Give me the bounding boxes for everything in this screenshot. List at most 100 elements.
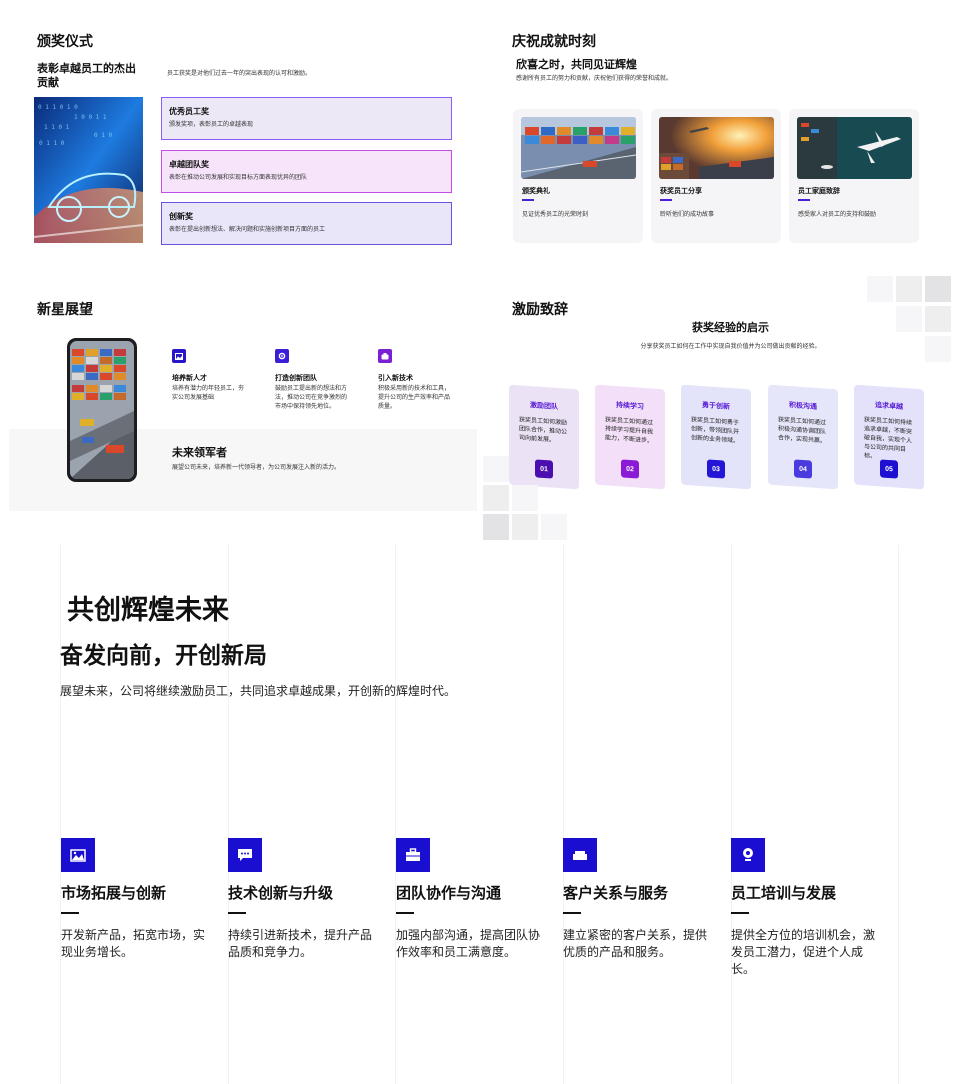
accent-bar	[522, 199, 534, 201]
inspire-title: 激励团队	[530, 402, 558, 411]
decor-square	[512, 514, 538, 540]
airplane-port-image	[797, 117, 912, 179]
inspire-card-4: 积极沟通 获奖员工如何通过积极沟通协调团队合作，实现共赢。 04	[768, 384, 838, 490]
inspire-card-2: 持续学习 获奖员工如何通过持续学习提升自我能力，不断进步。 02	[595, 384, 665, 490]
grid-line	[898, 545, 899, 1084]
award-card-innovation: 创新奖 表彰在提出创新想法、解决问题和实施创新项目方面的员工	[161, 202, 452, 245]
award-intro: 员工获奖是对他们过去一年的突出表现的认可和激励。	[167, 71, 312, 77]
accent-bar	[798, 199, 810, 201]
inspire-number-badge: 01	[535, 459, 553, 479]
accent-bar	[660, 199, 672, 201]
feature-new-tech: 引入新技术 积极采用新的技术和工具，提升公司的生产效率和产品质量。	[378, 349, 454, 412]
column-market: 市场拓展与创新 开发新产品，拓宽市场，实现业务增长。	[61, 838, 213, 961]
award-desc: 表彰在推动公司发展和实现目标方面表现优异的团队	[169, 175, 308, 181]
chip-icon	[378, 349, 392, 363]
card-desc: 感受家人对员工的支持和鼓励	[798, 212, 877, 218]
feature-title: 打造创新团队	[275, 375, 317, 382]
column-training: 员工培训与发展 提供全方位的培训机会，激发员工潜力，促进个人成长。	[731, 838, 883, 978]
inspire-heading: 获奖经验的启示	[692, 322, 769, 334]
section-title-inspire: 激励致辞	[512, 301, 568, 317]
decor-square	[483, 514, 509, 540]
tech-car-image: 0 1 1 0 1 0 1 0 0 1 1 1 1 0 1 0 1 0 0 1 1 0	[34, 97, 143, 243]
svg-text:0 1 0: 0 1 0	[94, 132, 112, 139]
inspire-card-5: 追求卓越 获奖员工如何持续追求卓越，不断突破自我，实现个人与公司的共同目标。 0…	[854, 384, 924, 490]
sunset-port-image	[659, 117, 774, 179]
card-desc: 见证优秀员工的光荣时刻	[522, 212, 589, 218]
feature-desc: 培养有潜力的年轻员工，夯实公司发展基础	[172, 386, 245, 401]
svg-text:1 1 0 1: 1 1 0 1	[44, 124, 70, 131]
briefcase-icon	[396, 838, 430, 872]
column-title: 团队协作与沟通	[396, 885, 502, 902]
decor-square	[483, 485, 509, 511]
inspire-desc: 获奖员工如何勇于创新，带领团队开创新的业务领域。	[691, 417, 740, 445]
svg-text:0 1 1 0 1 0: 0 1 1 0 1 0	[38, 104, 78, 111]
future-subtitle: 奋发向前，开创新局	[60, 642, 267, 668]
award-heading: 表彰卓越员工的杰出贡献	[37, 63, 136, 89]
gear-icon	[275, 349, 289, 363]
section-title-newstar: 新星展望	[37, 301, 93, 317]
image-icon	[61, 838, 95, 872]
leader-desc: 展望公司未来，培养新一代领导者，为公司发展注入新的活力。	[172, 465, 341, 471]
column-dash	[731, 912, 749, 914]
celebrate-intro: 感谢所有员工的努力和贡献，庆祝他们获得的荣誉和成就。	[516, 76, 673, 82]
inspire-number-badge: 02	[621, 459, 639, 479]
inspire-desc: 获奖员工如何激励团队合作，推动公司向前发展。	[519, 417, 568, 444]
celebrate-card-family: 员工家庭致辞 感受家人对员工的支持和鼓励	[789, 109, 919, 243]
award-card-excellent-employee: 优秀员工奖 颁发奖项，表彰员工的卓越表现	[161, 97, 452, 140]
card-title: 颁奖典礼	[522, 188, 550, 195]
column-customer: 客户关系与服务 建立紧密的客户关系，提供优质的产品和服务。	[563, 838, 715, 961]
inspire-title: 勇于创新	[702, 402, 730, 411]
card-desc: 聆听他们的成功故事	[660, 212, 715, 218]
future-title: 共创辉煌未来	[67, 595, 229, 625]
column-desc: 加强内部沟通，提高团队协作效率和员工满意度。	[396, 928, 541, 959]
inspire-desc: 获奖员工如何通过持续学习提升自我能力，不断进步。	[605, 417, 654, 445]
inspire-title: 积极沟通	[789, 402, 817, 411]
card-title: 员工家庭致辞	[798, 188, 840, 195]
inspire-number-badge: 05	[880, 459, 898, 479]
decor-square	[867, 276, 893, 302]
feature-innovation-team: 打造创新团队 鼓励员工提出新的想法和方法，推动公司在竞争激烈的市场中保持领先地位…	[275, 349, 351, 412]
column-title: 技术创新与升级	[228, 885, 334, 902]
column-title: 员工培训与发展	[731, 885, 837, 902]
chat-icon	[228, 838, 262, 872]
svg-text:1 0 0 1 1: 1 0 0 1 1	[74, 114, 107, 121]
inspire-card-1: 激励团队 获奖员工如何激励团队合作，推动公司向前发展。 01	[509, 384, 579, 490]
column-desc: 开发新产品，拓宽市场，实现业务增长。	[61, 928, 206, 959]
award-title: 优秀员工奖	[169, 107, 209, 116]
section-title-celebrate: 庆祝成就时刻	[512, 33, 596, 49]
decor-square	[512, 485, 538, 511]
decor-square	[896, 276, 922, 302]
column-title: 客户关系与服务	[563, 885, 669, 902]
phone-mockup	[67, 338, 137, 482]
decor-square	[541, 514, 567, 540]
column-title: 市场拓展与创新	[61, 885, 167, 902]
inspire-desc: 获奖员工如何持续追求卓越，不断突破自我，实现个人与公司的共同目标。	[864, 417, 913, 461]
award-card-team: 卓越团队奖 表彰在推动公司发展和实现目标方面表现优异的团队	[161, 150, 452, 193]
celebrate-heading: 欣喜之时，共同见证辉煌	[516, 59, 637, 71]
inspire-card-3: 勇于创新 获奖员工如何勇于创新，带领团队开创新的业务领域。 03	[681, 384, 751, 490]
column-dash	[228, 912, 246, 914]
decor-square	[483, 456, 509, 482]
grid-line	[60, 545, 61, 1084]
celebrate-card-sharing: 获奖员工分享 聆听他们的成功故事	[651, 109, 781, 243]
column-team: 团队协作与沟通 加强内部沟通，提高团队协作效率和员工满意度。	[396, 838, 548, 961]
location-icon	[731, 838, 765, 872]
sofa-icon	[563, 838, 597, 872]
column-dash	[396, 912, 414, 914]
decor-square	[925, 276, 951, 302]
award-desc: 颁发奖项，表彰员工的卓越表现	[169, 122, 254, 128]
inspire-number-badge: 04	[794, 459, 812, 479]
celebrate-card-ceremony: 颁奖典礼 见证优秀员工的光荣时刻	[513, 109, 643, 243]
inspire-number-badge: 03	[707, 459, 725, 479]
column-dash	[563, 912, 581, 914]
column-desc: 提供全方位的培训机会，激发员工潜力，促进个人成长。	[731, 928, 876, 976]
column-tech: 技术创新与升级 持续引进新技术，提升产品品质和竞争力。	[228, 838, 380, 961]
column-desc: 持续引进新技术，提升产品品质和竞争力。	[228, 928, 373, 959]
image-icon	[172, 349, 186, 363]
card-title: 获奖员工分享	[660, 188, 702, 195]
inspire-title: 持续学习	[616, 402, 644, 411]
future-desc: 展望未来，公司将继续激励员工，共同追求卓越成果，开创新的辉煌时代。	[60, 684, 457, 698]
svg-text:0 1 1 0: 0 1 1 0	[39, 140, 65, 147]
feature-desc: 鼓励员工提出新的想法和方法，推动公司在竞争激烈的市场中保持领先地位。	[275, 386, 348, 410]
inspire-intro: 分享获奖员工如何在工作中实现自我价值并为公司做出贡献的经验。	[640, 344, 821, 350]
